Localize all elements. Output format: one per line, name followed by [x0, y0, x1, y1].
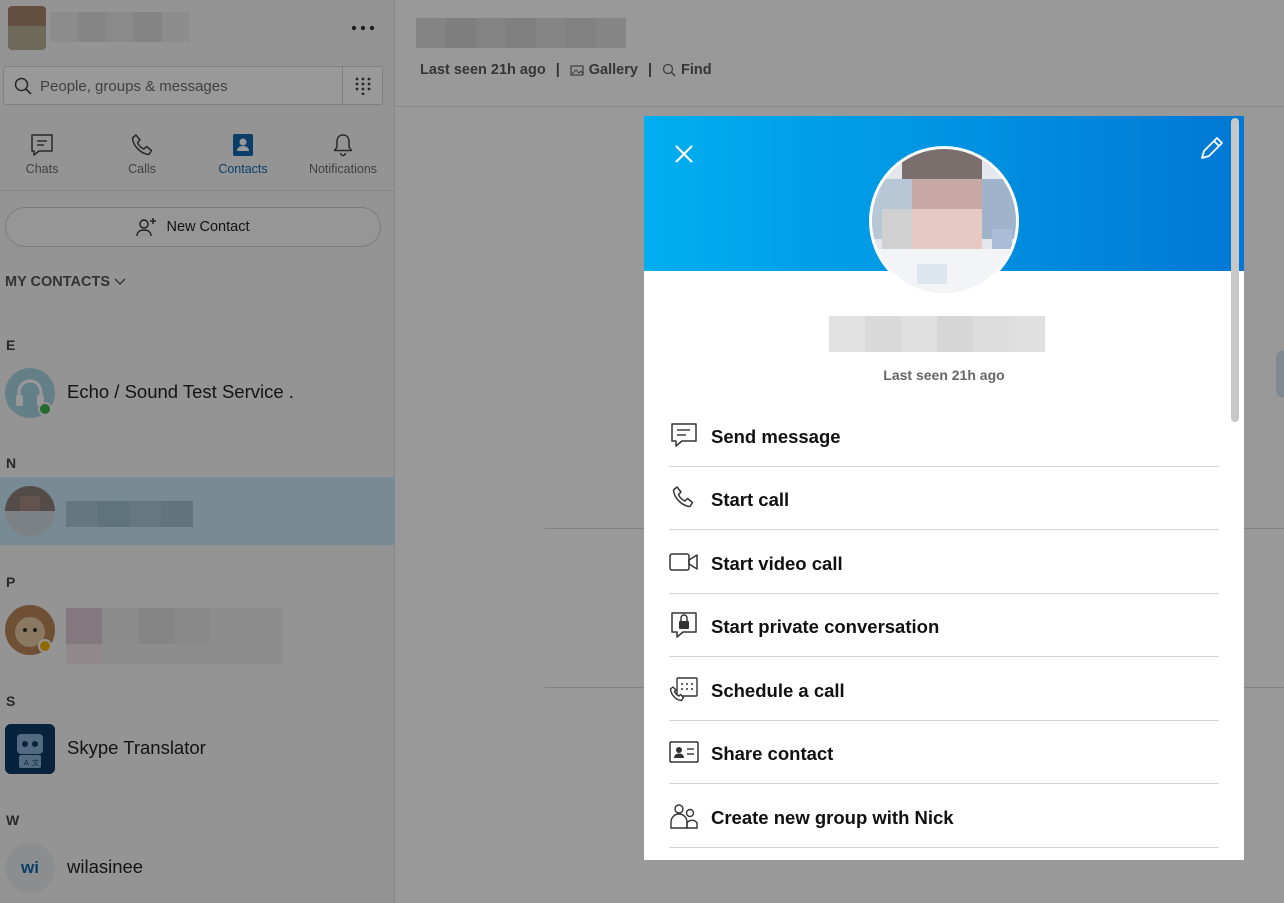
- action-label: Send message: [711, 426, 841, 447]
- edit-button[interactable]: [1196, 132, 1228, 164]
- lock-icon: [671, 612, 697, 638]
- action-label: Start video call: [711, 553, 843, 574]
- avatar-blurred: [872, 149, 1016, 293]
- close-icon: [675, 145, 693, 163]
- schedule-call-action[interactable]: Schedule a call: [669, 658, 1219, 721]
- action-label: Start private conversation: [711, 616, 940, 637]
- profile-name-blurred: [829, 316, 1045, 352]
- profile-last-seen: Last seen 21h ago: [883, 367, 1005, 383]
- profile-modal: Last seen 21h ago Send message Start cal…: [644, 116, 1244, 860]
- group-icon: [670, 804, 698, 829]
- pencil-icon: [1201, 137, 1223, 159]
- calendar-phone-icon: [669, 677, 698, 702]
- contact-card-icon: [669, 741, 699, 763]
- modal-scrollbar[interactable]: [1231, 118, 1239, 422]
- start-call-action[interactable]: Start call: [669, 467, 1219, 530]
- action-label: Schedule a call: [711, 680, 845, 701]
- share-contact-action[interactable]: Share contact: [669, 721, 1219, 784]
- start-video-call-action[interactable]: Start video call: [669, 531, 1219, 594]
- phone-icon: [672, 486, 694, 508]
- start-private-conversation-action[interactable]: Start private conversation: [669, 594, 1219, 657]
- close-button[interactable]: [670, 140, 698, 168]
- action-label: Create new group with Nick: [711, 807, 954, 828]
- message-icon: [671, 423, 697, 447]
- action-label: Share contact: [711, 743, 834, 764]
- profile-avatar[interactable]: [869, 146, 1019, 296]
- create-group-action[interactable]: Create new group with Nick: [669, 785, 1219, 848]
- send-message-action[interactable]: Send message: [669, 404, 1219, 467]
- action-label: Start call: [711, 489, 790, 510]
- video-camera-icon: [669, 553, 698, 571]
